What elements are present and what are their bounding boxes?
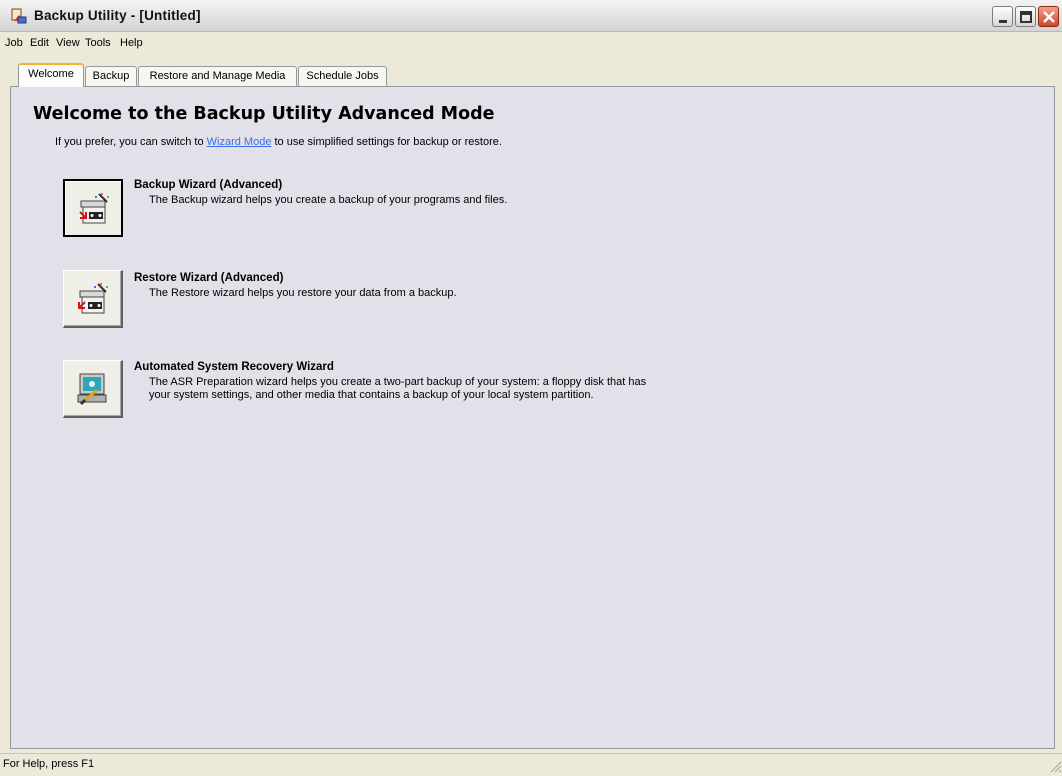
title-bar[interactable]: Backup Utility - [Untitled] [0,0,1062,32]
intro-text-after: to use simplified settings for backup or… [271,136,502,148]
restore-wizard-title: Restore Wizard (Advanced) [134,272,284,284]
tab-backup[interactable]: Backup [85,66,137,86]
tab-restore-manage-media[interactable]: Restore and Manage Media [138,66,297,86]
asr-wizard-title: Automated System Recovery Wizard [134,361,334,373]
restore-wizard-description: The Restore wizard helps you restore you… [149,287,457,299]
asr-wizard-description: The ASR Preparation wizard helps you cre… [149,376,729,402]
backup-wizard-icon [79,193,109,224]
maximize-icon [1020,11,1032,23]
close-button[interactable] [1038,6,1059,27]
resize-grip-icon[interactable] [1048,759,1062,773]
intro-text: If you prefer, you can switch to Wizard … [55,136,502,148]
asr-description-line-1: The ASR Preparation wizard helps you cre… [149,376,647,388]
backup-wizard-button[interactable] [63,179,123,237]
maximize-button[interactable] [1015,6,1036,27]
status-text: For Help, press F1 [3,758,95,770]
asr-wizard-icon [77,373,107,406]
window-title: Backup Utility - [Untitled] [34,8,201,23]
minimize-button[interactable] [992,6,1013,27]
intro-text-before: If you prefer, you can switch to [55,136,207,148]
backup-wizard-title: Backup Wizard (Advanced) [134,179,283,191]
menu-bar: Job Edit View Tools Help [0,33,1062,55]
tab-schedule-jobs[interactable]: Schedule Jobs [298,66,387,86]
tab-welcome[interactable]: Welcome [18,63,84,87]
menu-job[interactable]: Job [5,37,23,49]
backup-wizard-description: The Backup wizard helps you create a bac… [149,194,508,206]
menu-help[interactable]: Help [120,37,143,49]
backup-app-icon [10,7,28,25]
menu-edit[interactable]: Edit [30,37,49,49]
close-icon [1043,11,1055,23]
asr-description-line-2: your system settings, and other media th… [149,389,594,401]
welcome-panel: Welcome to the Backup Utility Advanced M… [10,86,1055,749]
page-title: Welcome to the Backup Utility Advanced M… [33,104,495,124]
asr-wizard-button[interactable] [63,360,123,418]
wizard-mode-link[interactable]: Wizard Mode [207,136,272,148]
minimize-icon [999,20,1007,23]
menu-tools[interactable]: Tools [85,37,111,49]
restore-wizard-button[interactable] [63,270,123,328]
status-bar: For Help, press F1 [0,753,1062,773]
restore-wizard-icon [78,283,108,314]
menu-view[interactable]: View [56,37,80,49]
